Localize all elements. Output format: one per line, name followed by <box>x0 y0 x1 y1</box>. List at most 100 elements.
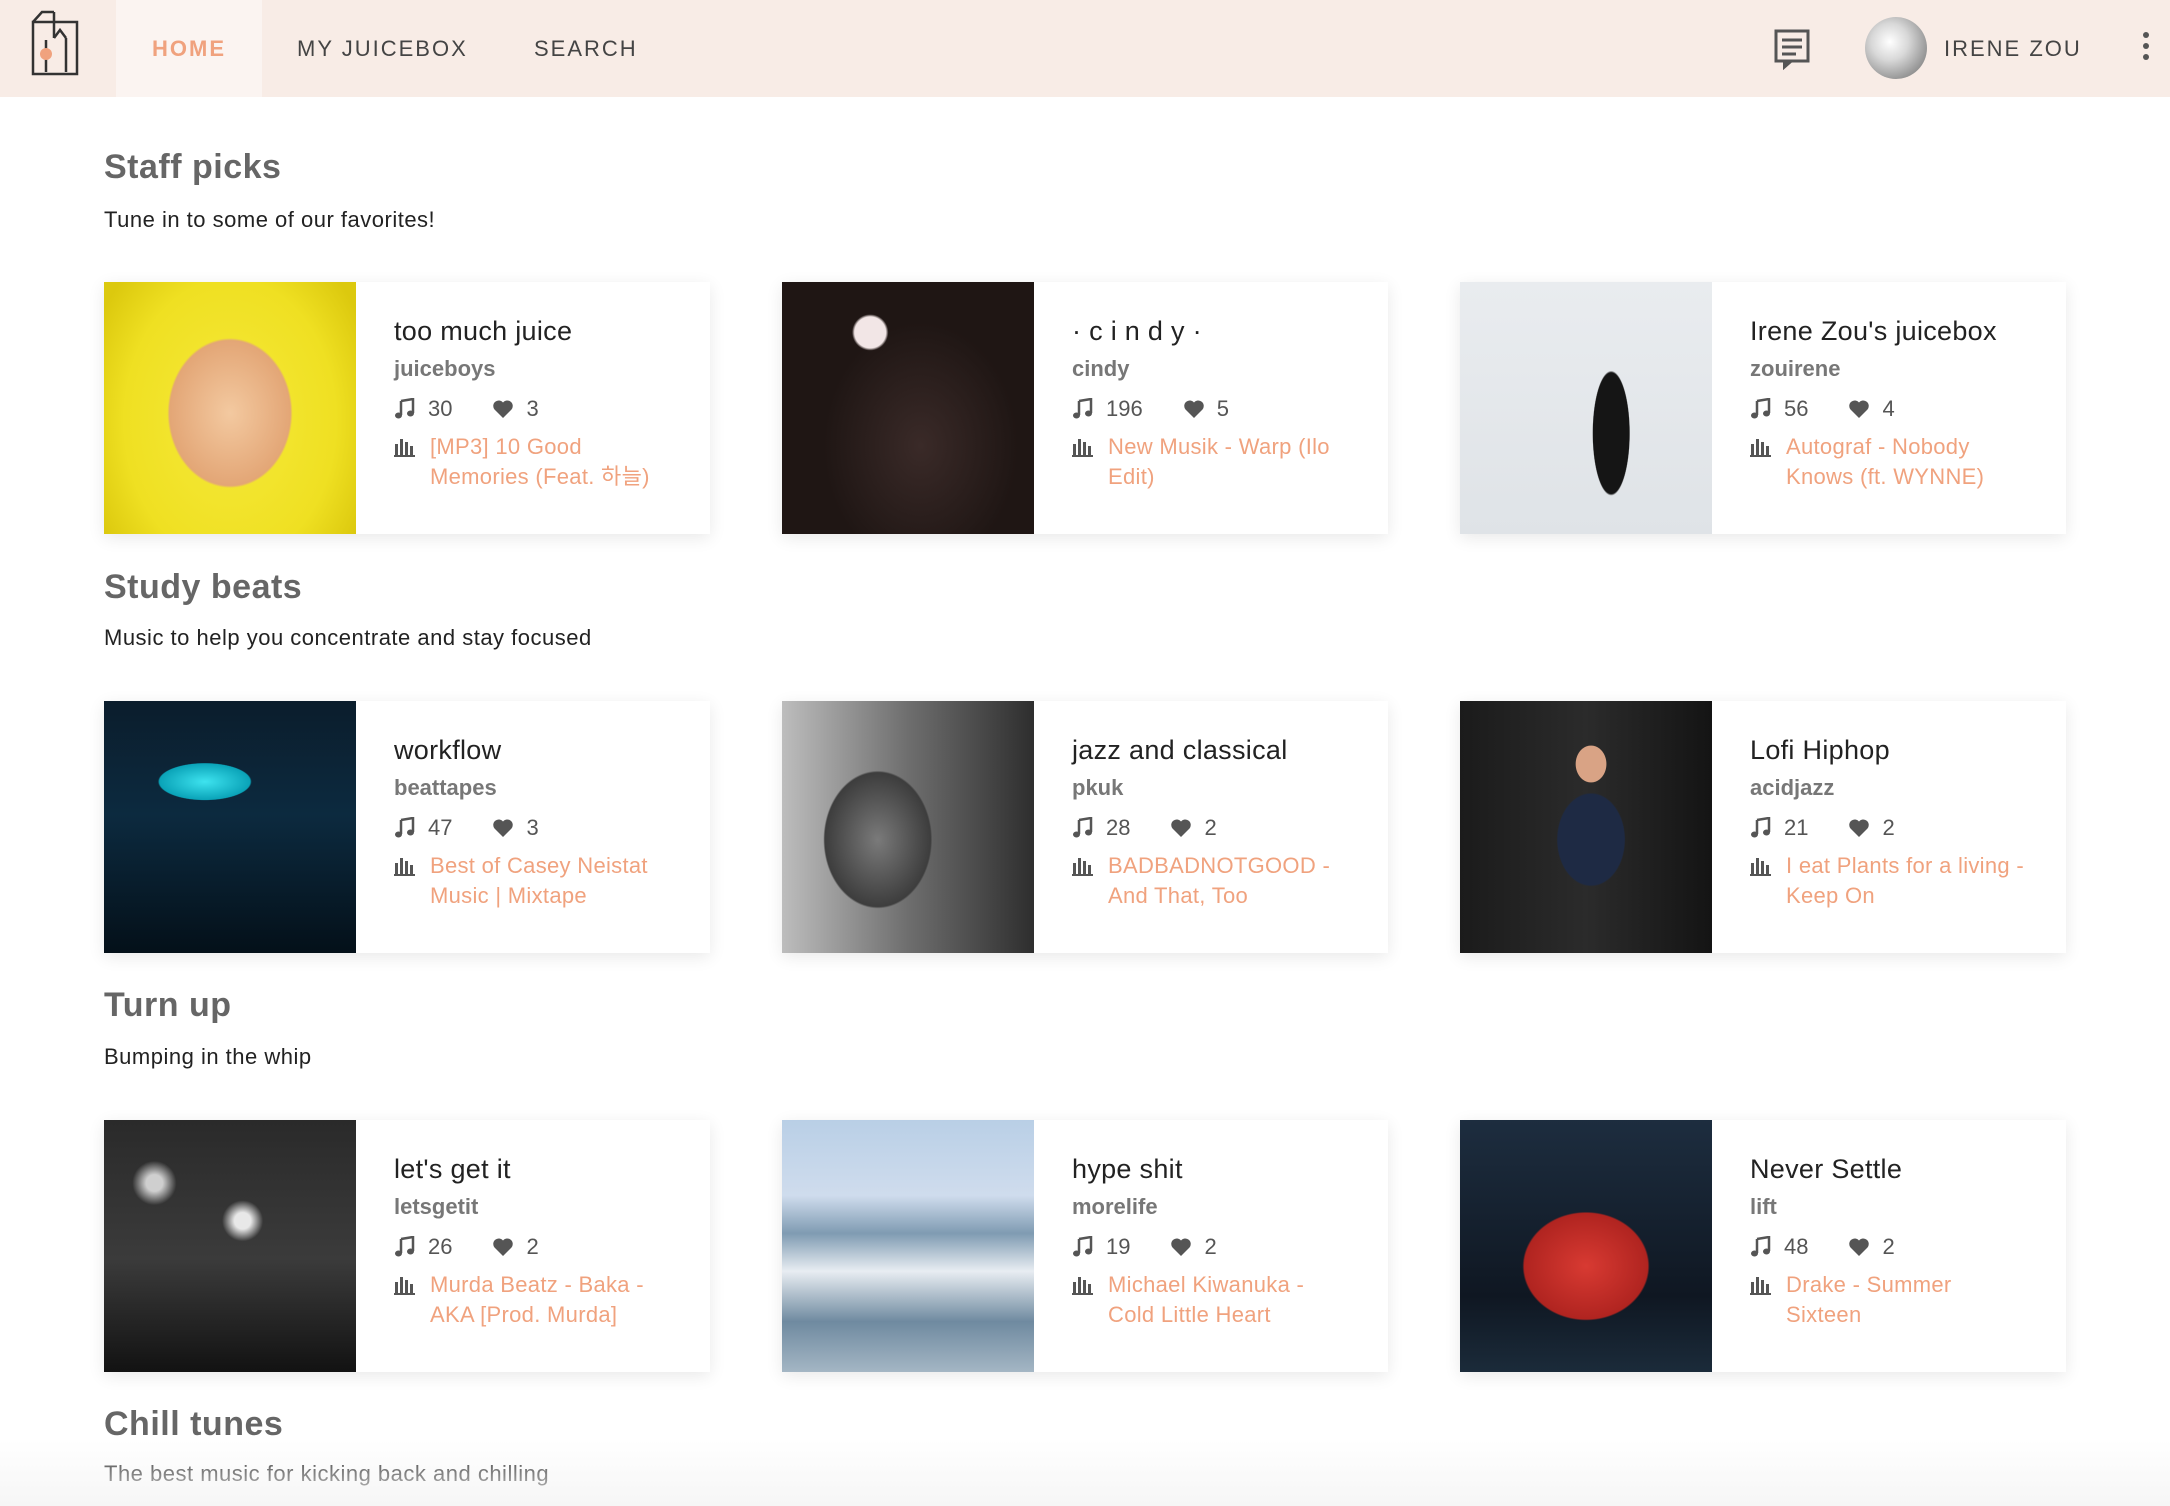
like-count: 2 <box>1882 1234 1895 1259</box>
playlist-card[interactable]: jazz and classical pkuk 28 2 BADBADNOTGO… <box>782 701 1388 953</box>
music-note-icon <box>1751 1236 1771 1257</box>
current-track-link[interactable]: New Musik - Warp (Ilo Edit) <box>1108 432 1352 492</box>
now-playing-bars-icon <box>394 439 415 457</box>
playlist-cover-image[interactable] <box>1460 1120 1712 1372</box>
current-track-link[interactable]: BADBADNOTGOOD - And That, Too <box>1108 851 1352 911</box>
like-count: 4 <box>1882 396 1895 421</box>
like-count: 2 <box>1882 815 1895 840</box>
playlist-cover-image[interactable] <box>782 701 1034 953</box>
current-track-link[interactable]: Best of Casey Neistat Music | Mixtape <box>430 851 674 911</box>
section-subtitle-study-beats: Music to help you concentrate and stay f… <box>104 625 592 650</box>
playlist-owner[interactable]: letsgetit <box>394 1194 674 1226</box>
top-nav: HOME MY JUICEBOX SEARCH IRENE ZOU <box>0 0 2170 97</box>
now-playing-bars-icon <box>1750 439 1771 457</box>
playlist-title[interactable]: hype shit <box>1072 1154 1352 1190</box>
playlist-cover-image[interactable] <box>1460 701 1712 953</box>
current-track-link[interactable]: Autograf - Nobody Knows (ft. WYNNE) <box>1786 432 2030 492</box>
song-count: 28 <box>1106 815 1131 840</box>
like-count: 5 <box>1216 396 1229 421</box>
playlist-owner[interactable]: lift <box>1750 1194 2030 1226</box>
now-playing-bars-icon <box>1072 439 1093 457</box>
playlist-title[interactable]: jazz and classical <box>1072 735 1352 771</box>
username-label[interactable]: IRENE ZOU <box>1944 0 2082 97</box>
playlist-cover-image[interactable] <box>104 701 356 953</box>
playlist-owner[interactable]: cindy <box>1072 356 1352 388</box>
section-subtitle-staff-picks: Tune in to some of our favorites! <box>104 207 436 232</box>
section-title-turn-up: Turn up <box>104 986 232 1024</box>
heart-icon[interactable] <box>492 1236 514 1258</box>
current-track-link[interactable]: [MP3] 10 Good Memories (Feat. 하늘) <box>430 432 674 492</box>
song-count: 21 <box>1784 815 1809 840</box>
section-title-chill-tunes: Chill tunes <box>104 1405 284 1443</box>
playlist-card[interactable]: · c i n d y · cindy 196 5 New Musik - Wa… <box>782 282 1388 534</box>
current-track-link[interactable]: Michael Kiwanuka - Cold Little Heart <box>1108 1270 1352 1330</box>
juicebox-logo-icon[interactable] <box>30 10 80 76</box>
playlist-title[interactable]: Lofi Hiphop <box>1750 735 2030 771</box>
now-playing-bars-icon <box>1072 858 1093 876</box>
playlist-owner[interactable]: pkuk <box>1072 775 1352 807</box>
playlist-owner[interactable]: zouirene <box>1750 356 2030 388</box>
song-count: 196 <box>1106 396 1143 421</box>
playlist-card[interactable]: too much juice juiceboys 30 3 [MP3] 10 G… <box>104 282 710 534</box>
playlist-title[interactable]: · c i n d y · <box>1072 316 1352 352</box>
heart-icon[interactable] <box>492 398 514 420</box>
playlist-cover-image[interactable] <box>782 1120 1034 1372</box>
music-note-icon <box>395 817 415 838</box>
playlist-owner[interactable]: juiceboys <box>394 356 674 388</box>
playlist-card[interactable]: let's get it letsgetit 26 2 Murda Beatz … <box>104 1120 710 1372</box>
playlist-card[interactable]: Lofi Hiphop acidjazz 21 2 I eat Plants f… <box>1460 701 2066 953</box>
playlist-cover-image[interactable] <box>782 282 1034 534</box>
like-count: 3 <box>526 396 539 421</box>
music-note-icon <box>1073 1236 1093 1257</box>
current-track-link[interactable]: Drake - Summer Sixteen <box>1786 1270 2030 1330</box>
playlist-title[interactable]: too much juice <box>394 316 674 352</box>
now-playing-bars-icon <box>1072 1277 1093 1295</box>
more-options-icon[interactable] <box>2136 32 2156 66</box>
section-title-staff-picks: Staff picks <box>104 148 282 186</box>
tab-search[interactable]: SEARCH <box>534 0 638 97</box>
song-count: 48 <box>1784 1234 1809 1259</box>
playlist-title[interactable]: Irene Zou's juicebox <box>1750 316 2030 352</box>
song-count: 56 <box>1784 396 1809 421</box>
section-subtitle-chill-tunes: The best music for kicking back and chil… <box>104 1461 550 1486</box>
heart-icon[interactable] <box>1183 398 1205 420</box>
heart-icon[interactable] <box>1170 817 1192 839</box>
heart-icon[interactable] <box>1848 398 1870 420</box>
avatar[interactable] <box>1865 17 1927 79</box>
current-track-link[interactable]: Murda Beatz - Baka - AKA [Prod. Murda] <box>430 1270 674 1330</box>
heart-icon[interactable] <box>1848 817 1870 839</box>
music-note-icon <box>1073 398 1093 419</box>
playlist-cover-image[interactable] <box>104 1120 356 1372</box>
now-playing-bars-icon <box>1750 1277 1771 1295</box>
music-note-icon <box>1751 398 1771 419</box>
like-count: 2 <box>1204 1234 1217 1259</box>
playlist-owner[interactable]: acidjazz <box>1750 775 2030 807</box>
playlist-owner[interactable]: beattapes <box>394 775 674 807</box>
heart-icon[interactable] <box>1848 1236 1870 1258</box>
heart-icon[interactable] <box>1170 1236 1192 1258</box>
music-note-icon <box>1073 817 1093 838</box>
playlist-card[interactable]: workflow beattapes 47 3 Best of Casey Ne… <box>104 701 710 953</box>
playlist-card[interactable]: hype shit morelife 19 2 Michael Kiwanuka… <box>782 1120 1388 1372</box>
playlist-cover-image[interactable] <box>104 282 356 534</box>
tab-my-juicebox[interactable]: MY JUICEBOX <box>297 0 468 97</box>
playlist-cover-image[interactable] <box>1460 282 1712 534</box>
song-count: 30 <box>428 396 453 421</box>
playlist-card[interactable]: Never Settle lift 48 2 Drake - Summer Si… <box>1460 1120 2066 1372</box>
current-track-link[interactable]: I eat Plants for a living - Keep On <box>1786 851 2030 911</box>
now-playing-bars-icon <box>394 858 415 876</box>
tab-home[interactable]: HOME <box>116 0 262 97</box>
playlist-card[interactable]: Irene Zou's juicebox zouirene 56 4 Autog… <box>1460 282 2066 534</box>
now-playing-bars-icon <box>1750 858 1771 876</box>
playlist-owner[interactable]: morelife <box>1072 1194 1352 1226</box>
music-note-icon <box>1751 817 1771 838</box>
section-title-study-beats: Study beats <box>104 568 303 606</box>
playlist-title[interactable]: let's get it <box>394 1154 674 1190</box>
song-count: 26 <box>428 1234 453 1259</box>
playlist-title[interactable]: workflow <box>394 735 674 771</box>
heart-icon[interactable] <box>492 817 514 839</box>
like-count: 3 <box>526 815 539 840</box>
playlist-title[interactable]: Never Settle <box>1750 1154 2030 1190</box>
now-playing-bars-icon <box>394 1277 415 1295</box>
queue-list-icon[interactable] <box>1772 28 1812 70</box>
